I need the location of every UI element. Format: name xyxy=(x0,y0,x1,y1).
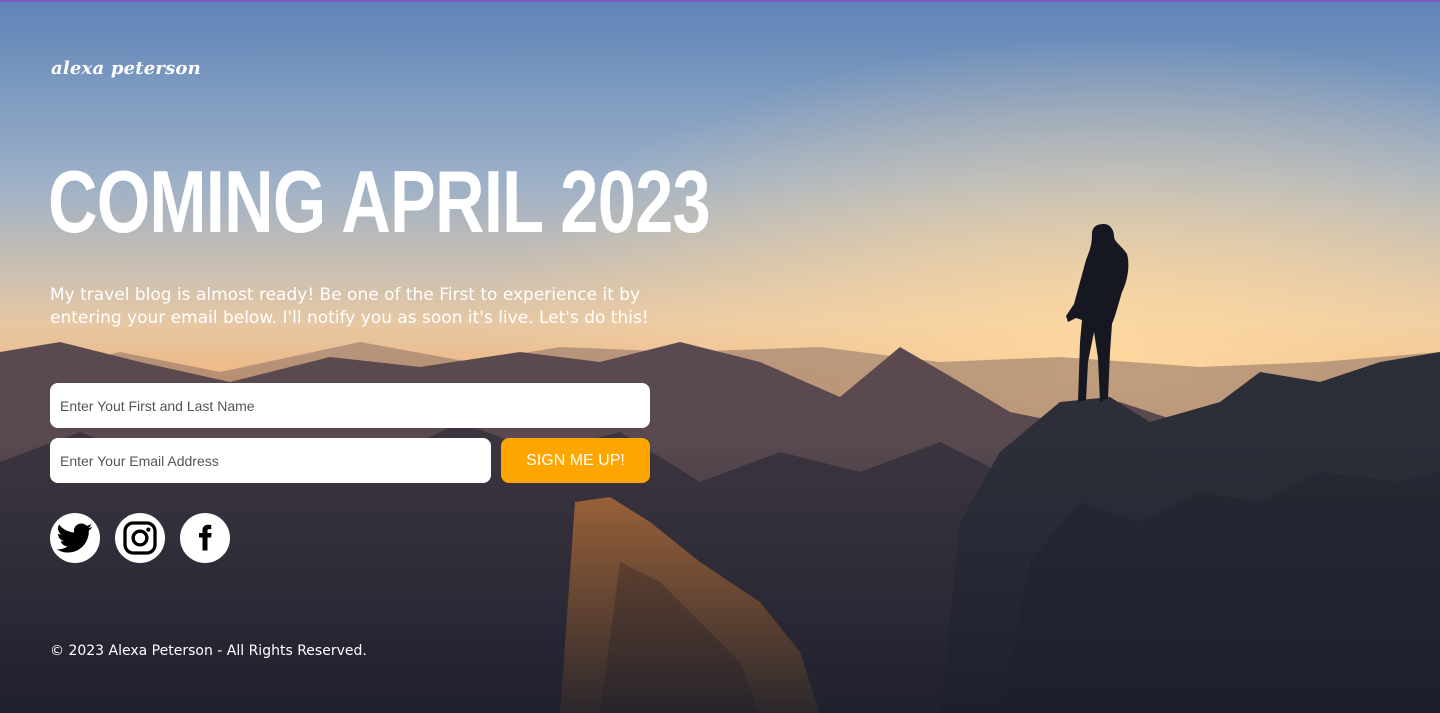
page-title: COMING APRIL 2023 xyxy=(48,152,711,251)
instagram-link[interactable] xyxy=(115,513,165,563)
mountain-background-image xyxy=(0,2,1440,713)
instagram-icon xyxy=(123,521,157,555)
twitter-icon xyxy=(57,523,93,553)
email-input[interactable] xyxy=(50,438,491,483)
facebook-icon xyxy=(199,524,212,551)
brand-logo[interactable]: alexa peterson xyxy=(51,58,201,79)
footer-copyright: © 2023 Alexa Peterson - All Rights Reser… xyxy=(50,643,367,659)
facebook-link[interactable] xyxy=(180,513,230,563)
hero-section: alexa peterson COMING APRIL 2023 My trav… xyxy=(0,0,1440,713)
name-input[interactable] xyxy=(50,383,650,428)
intro-text: My travel blog is almost ready! Be one o… xyxy=(50,285,649,328)
twitter-link[interactable] xyxy=(50,513,100,563)
sign-up-button[interactable]: SIGN ME UP! xyxy=(501,438,650,483)
